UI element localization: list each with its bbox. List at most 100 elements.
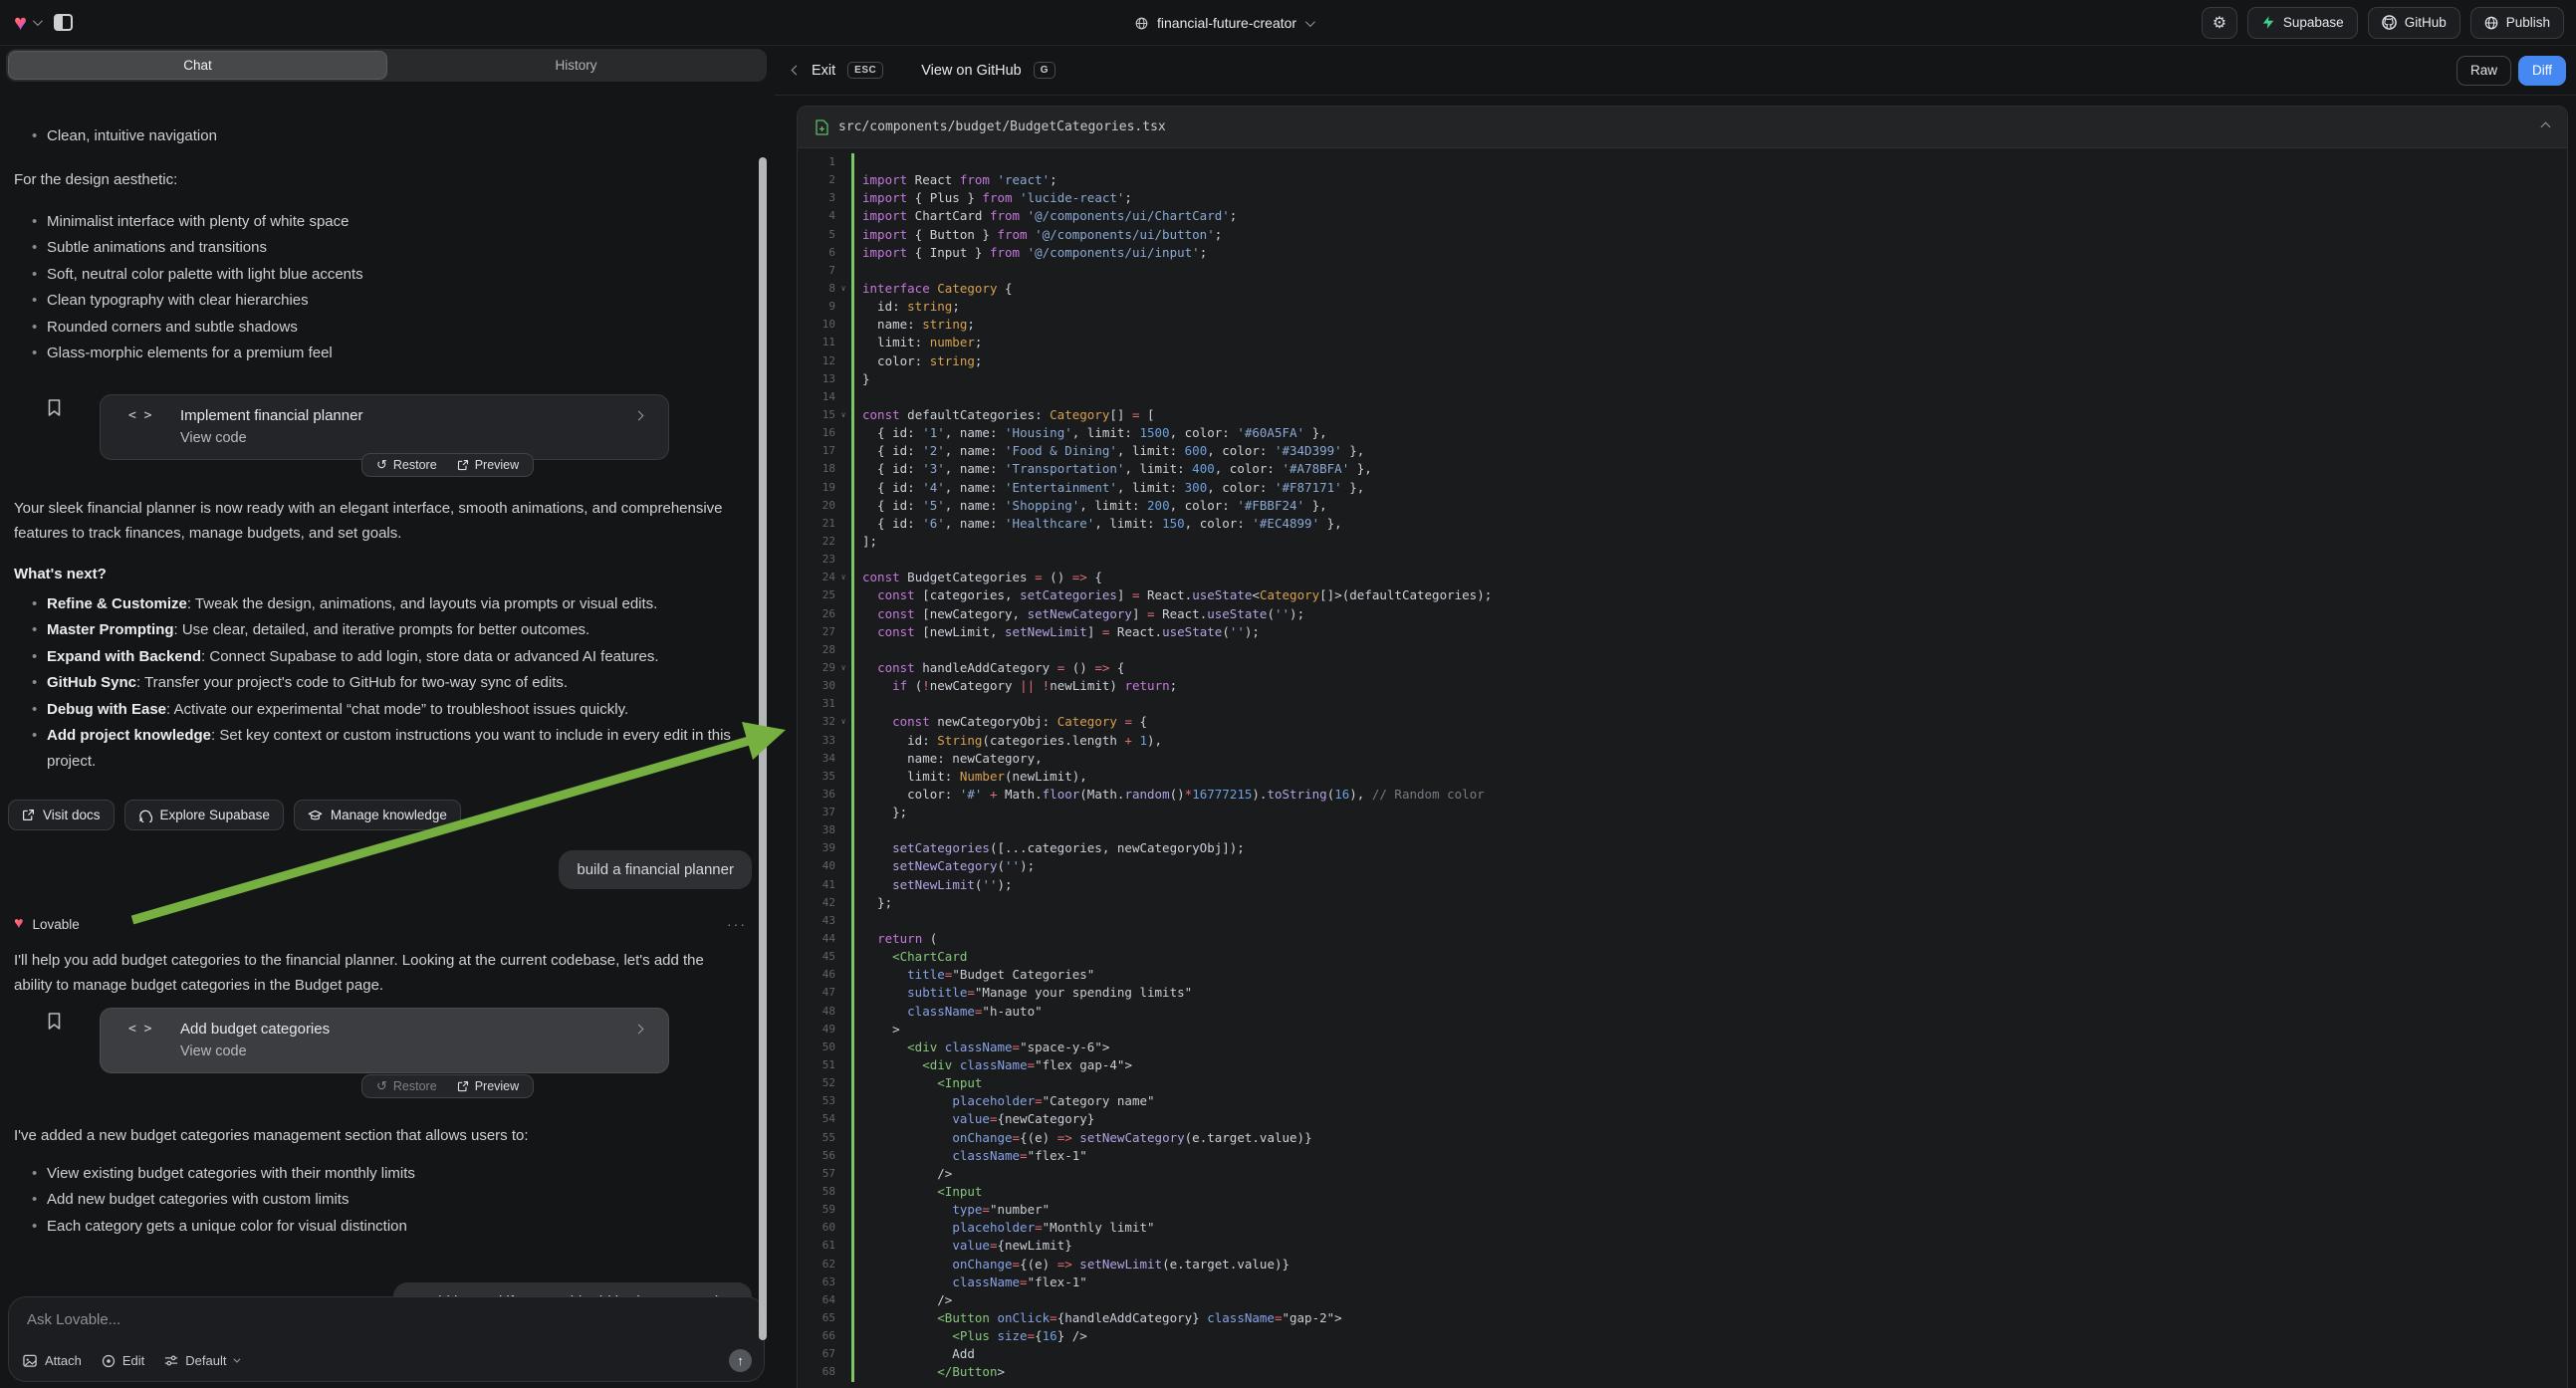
version-actions-pill: ↺ Restore Preview — [361, 1074, 534, 1098]
bookmark-icon[interactable] — [46, 398, 63, 418]
file-header[interactable]: src/components/budget/BudgetCategories.t… — [798, 107, 2567, 148]
version-card-add-budget-categories[interactable]: < > Add budget categories View code — [100, 1008, 669, 1073]
suggestion-buttons: Visit docs Explore Supabase Manage knowl… — [8, 800, 461, 830]
chevron-right-icon — [634, 1025, 644, 1035]
list-item: Clean typography with clear hierarchies — [14, 288, 745, 314]
composer-input[interactable]: Ask Lovable... — [27, 1311, 120, 1328]
tab-history[interactable]: History — [387, 51, 765, 80]
list-item: Debug with Ease: Activate our experiment… — [14, 697, 745, 723]
code-line: 39 setCategories([...categories, newCate… — [798, 839, 2567, 857]
code-line: 56 className="flex-1" — [798, 1147, 2567, 1165]
lovable-avatar-icon: ♥ — [14, 916, 24, 932]
version-actions-pill: ↺ Restore Preview — [361, 453, 534, 477]
design-bullet-list: Minimalist interface with plenty of whit… — [14, 209, 745, 366]
view-on-github-button[interactable]: View on GitHub G — [921, 62, 1055, 79]
preview-label: Preview — [475, 458, 519, 472]
code-line: 27 const [newLimit, setNewLimit] = React… — [798, 623, 2567, 641]
publish-button[interactable]: Publish — [2470, 7, 2564, 39]
assistant-message-3: I've added a new budget categories manag… — [14, 1123, 745, 1148]
assistant-header-row: ♥ Lovable ··· — [14, 916, 747, 932]
attach-button[interactable]: Attach — [23, 1353, 82, 1368]
chat-composer[interactable]: Ask Lovable... Attach — [8, 1296, 765, 1382]
raw-toggle-button[interactable]: Raw — [2457, 56, 2511, 86]
code-editor[interactable]: 1 2import React from 'react';3import { P… — [798, 148, 2567, 1382]
logo-chevron-down-icon[interactable] — [33, 16, 43, 26]
top-bar: ♥ financial-future-creator ⚙ — [0, 0, 2576, 46]
code-line: 2import React from 'react'; — [798, 171, 2567, 189]
list-item: Master Prompting: Use clear, detailed, a… — [14, 617, 745, 643]
arrow-up-icon: ↑ — [737, 1353, 744, 1368]
supabase-button[interactable]: Supabase — [2247, 7, 2358, 39]
code-line: 46 title="Budget Categories" — [798, 966, 2567, 984]
version-card-implement-financial-planner[interactable]: < > Implement financial planner View cod… — [100, 394, 669, 460]
preview-button[interactable]: Preview — [457, 1079, 519, 1093]
main-content: Chat History Clean, intuitive navigation… — [0, 46, 2576, 1388]
manage-knowledge-label: Manage knowledge — [331, 808, 447, 822]
send-button[interactable]: ↑ — [729, 1349, 752, 1372]
view-on-github-label: View on GitHub — [921, 63, 1021, 79]
code-lines: 1 2import React from 'react';3import { P… — [798, 153, 2567, 1382]
g-shortcut-badge: G — [1034, 62, 1055, 79]
code-line: 38 — [798, 821, 2567, 839]
code-line: 47 subtitle="Manage your spending limits… — [798, 984, 2567, 1002]
sliders-icon — [164, 1354, 178, 1367]
settings-button[interactable]: ⚙ — [2202, 7, 2237, 39]
explore-supabase-button[interactable]: Explore Supabase — [124, 800, 284, 830]
sidebar-toggle-button[interactable] — [46, 7, 80, 39]
list-item: Expand with Backend: Connect Supabase to… — [14, 644, 745, 670]
code-line: 59 type="number" — [798, 1201, 2567, 1219]
exit-button[interactable]: Exit ESC — [793, 62, 883, 79]
code-line: 11 limit: number; — [798, 334, 2567, 351]
code-view-header-left: Exit ESC View on GitHub G — [793, 62, 1055, 79]
project-switcher[interactable]: financial-future-creator — [1135, 0, 1312, 46]
code-icon: < > — [128, 1022, 180, 1037]
edit-label: Edit — [122, 1353, 144, 1368]
collapse-chevron-up-icon[interactable] — [2541, 122, 2551, 132]
list-item: Add project knowledge: Set key context o… — [14, 723, 745, 776]
code-line: 65 <Button onClick={handleAddCategory} c… — [798, 1309, 2567, 1327]
restore-label: Restore — [393, 1079, 437, 1093]
github-button[interactable]: GitHub — [2368, 7, 2460, 39]
whats-next-list: Refine & Customize: Tweak the design, an… — [14, 591, 745, 776]
preview-button[interactable]: Preview — [457, 458, 519, 472]
tab-chat[interactable]: Chat — [8, 51, 387, 80]
restore-button[interactable]: ↺ Restore — [376, 1078, 437, 1094]
assistant-message-2: I'll help you add budget categories to t… — [14, 948, 739, 998]
code-line: 24∨const BudgetCategories = () => { — [798, 569, 2567, 586]
view-code-link[interactable]: View code — [101, 424, 668, 446]
exit-label: Exit — [812, 63, 835, 79]
message-menu-button[interactable]: ··· — [727, 916, 747, 932]
project-name: financial-future-creator — [1157, 15, 1296, 31]
code-line: 34 name: newCategory, — [798, 750, 2567, 768]
mode-label: Default — [185, 1353, 226, 1368]
preview-label: Preview — [475, 1079, 519, 1093]
edit-button[interactable]: Edit — [102, 1353, 144, 1368]
code-line: 64 /> — [798, 1291, 2567, 1309]
bookmark-icon[interactable] — [46, 1012, 63, 1032]
mode-select[interactable]: Default — [164, 1353, 238, 1368]
code-line: 30 if (!newCategory || !newLimit) return… — [798, 677, 2567, 695]
code-line: 5import { Button } from '@/components/ui… — [798, 226, 2567, 244]
list-item: Each category gets a unique color for vi… — [14, 1214, 745, 1240]
chevron-down-icon — [234, 1356, 241, 1363]
visit-docs-button[interactable]: Visit docs — [8, 800, 115, 830]
list-item: Minimalist interface with plenty of whit… — [14, 209, 745, 235]
code-line: 3import { Plus } from 'lucide-react'; — [798, 189, 2567, 207]
code-line: 26 const [newCategory, setNewCategory] =… — [798, 605, 2567, 623]
external-link-icon — [457, 459, 469, 471]
code-line: 20 { id: '5', name: 'Shopping', limit: 2… — [798, 497, 2567, 515]
code-line: 42 }; — [798, 894, 2567, 912]
code-line: 37 }; — [798, 804, 2567, 821]
code-line: 19 { id: '4', name: 'Entertainment', lim… — [798, 479, 2567, 497]
manage-knowledge-button[interactable]: Manage knowledge — [294, 800, 461, 830]
list-item: Subtle animations and transitions — [14, 235, 745, 261]
restore-button[interactable]: ↺ Restore — [376, 457, 437, 473]
restore-icon: ↺ — [376, 1078, 387, 1094]
list-item: GitHub Sync: Transfer your project's cod… — [14, 670, 745, 696]
file-added-icon — [816, 119, 828, 135]
chat-panel: Chat History Clean, intuitive navigation… — [0, 46, 775, 1388]
lovable-logo-icon[interactable]: ♥ — [14, 12, 27, 34]
diff-toggle-button[interactable]: Diff — [2518, 56, 2566, 86]
view-code-link[interactable]: View code — [101, 1038, 668, 1059]
chat-scrollbar[interactable] — [759, 157, 767, 1340]
